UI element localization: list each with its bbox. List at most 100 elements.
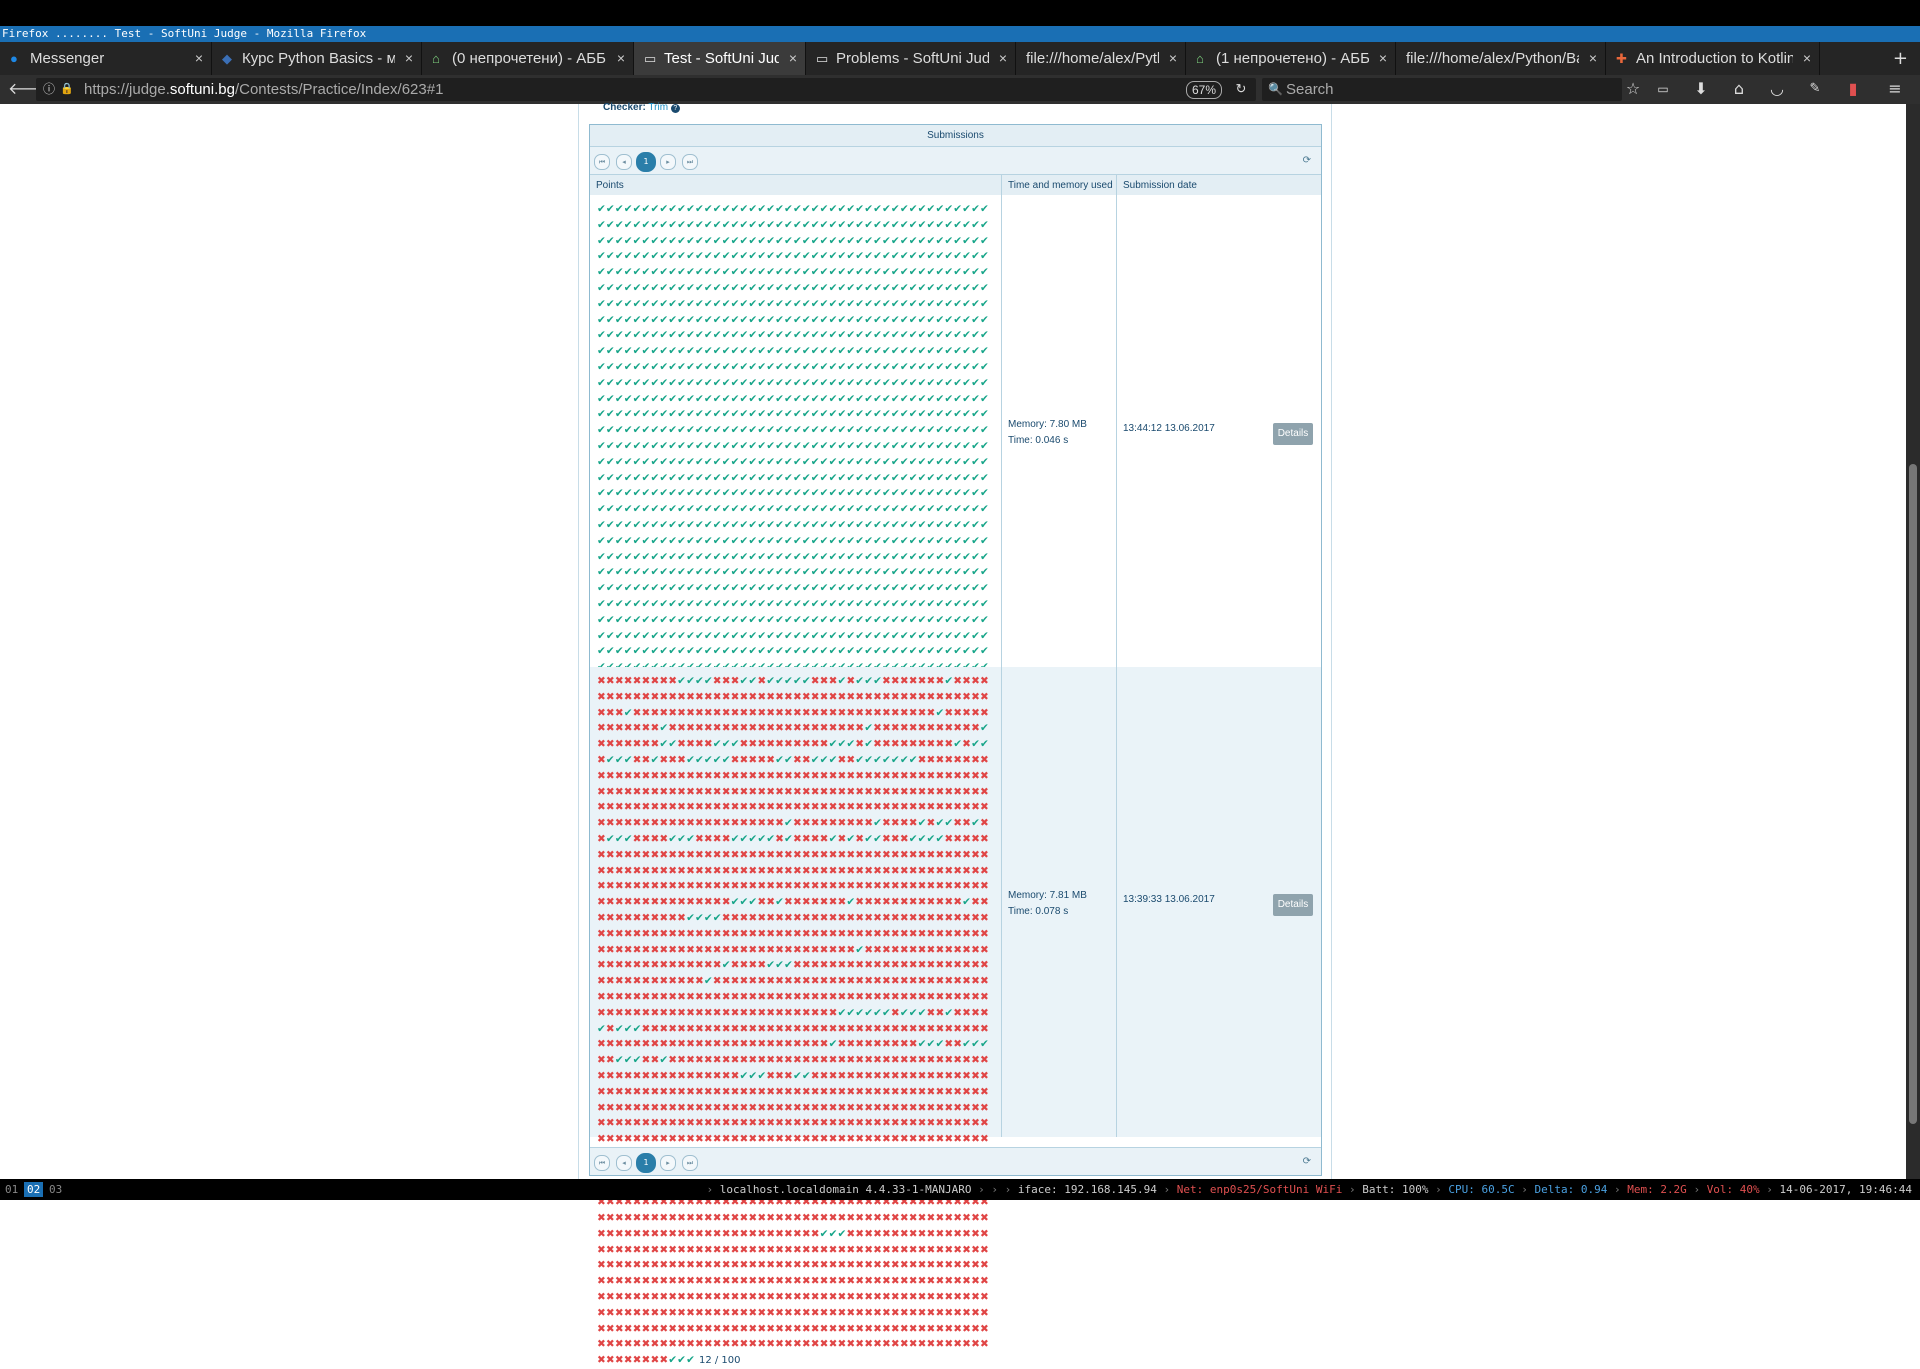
test-pass-icon: ✔	[694, 455, 704, 468]
test-pass-icon: ✔	[882, 329, 891, 342]
refresh-icon[interactable]: ⟳	[1303, 155, 1311, 166]
next-page-button[interactable]: ▸	[660, 154, 676, 170]
details-button[interactable]: Details	[1273, 423, 1313, 445]
zoom-badge[interactable]: 67%	[1185, 81, 1222, 99]
test-pass-icon: ✔	[694, 911, 704, 924]
test-fail-icon: ✖	[944, 927, 954, 940]
tab-1[interactable]: ● Messenger ×	[0, 42, 212, 75]
prev-page-button[interactable]: ◂	[616, 1155, 632, 1171]
extension-icon[interactable]: ▮	[1842, 78, 1864, 100]
close-tab-icon[interactable]: ×	[1589, 42, 1597, 75]
details-button[interactable]: Details	[1273, 894, 1313, 916]
test-fail-icon: ✖	[864, 1054, 874, 1067]
bookmark-star-icon[interactable]: ☆	[1622, 78, 1644, 100]
test-pass-icon: ✔	[712, 281, 722, 294]
test-pass-icon: ✔	[882, 645, 891, 658]
close-tab-icon[interactable]: ×	[999, 42, 1007, 75]
test-pass-icon: ✔	[605, 250, 615, 263]
test-pass-icon: ✔	[890, 503, 900, 516]
prev-page-button[interactable]: ◂	[616, 154, 632, 170]
test-fail-icon: ✖	[864, 848, 874, 861]
download-icon[interactable]: ⬇	[1690, 78, 1712, 100]
test-fail-icon: ✖	[712, 675, 722, 687]
close-tab-icon[interactable]: ×	[789, 42, 797, 75]
test-pass-icon: ✔	[935, 218, 945, 231]
refresh-icon[interactable]: ⟳	[1303, 1156, 1311, 1167]
tab-8[interactable]: file:///home/alex/Python/Ba ×	[1396, 42, 1606, 75]
tab-7[interactable]: ⌂ (1 непрочетено) - АББ ×	[1186, 42, 1396, 75]
test-fail-icon: ✖	[703, 927, 713, 940]
test-fail-icon: ✖	[944, 943, 954, 956]
close-tab-icon[interactable]: ×	[195, 42, 203, 75]
test-fail-icon: ✖	[890, 848, 900, 861]
test-pass-icon: ✔	[650, 234, 660, 247]
test-pass-icon: ✔	[712, 203, 722, 215]
test-fail-icon: ✖	[605, 1085, 615, 1098]
test-pass-icon: ✔	[819, 392, 829, 405]
test-pass-icon: ✔	[979, 376, 989, 389]
test-pass-icon: ✔	[677, 424, 687, 437]
first-page-button[interactable]: ⏮	[594, 154, 610, 170]
help-icon[interactable]: ?	[670, 104, 680, 113]
page-1-button[interactable]: 1	[636, 152, 656, 172]
close-tab-icon[interactable]: ×	[1169, 42, 1177, 75]
url-bar[interactable]: ⓘ 🔒 https://judge.softuni.bg/Contests/Pr…	[36, 78, 1256, 101]
test-fail-icon: ✖	[694, 1117, 704, 1130]
tab-5[interactable]: ▭Problems - SoftUni Judge×	[806, 42, 1016, 75]
new-tab-button[interactable]: +	[1893, 42, 1908, 75]
back-icon[interactable]: 🡐	[8, 78, 51, 100]
test-pass-icon: ✔	[605, 471, 615, 484]
test-fail-icon: ✖	[650, 990, 660, 1003]
page-1-button[interactable]: 1	[636, 1153, 656, 1173]
test-pass-icon: ✔	[766, 503, 776, 516]
close-tab-icon[interactable]: ×	[617, 42, 625, 75]
plus-icon: ✚	[1616, 51, 1627, 66]
pocket-icon[interactable]: ◡	[1766, 78, 1788, 100]
test-fail-icon: ✖	[792, 864, 802, 877]
workspace-3[interactable]: 03	[46, 1182, 65, 1197]
tab-2[interactable]: ◆Курс Python Basics - май×	[212, 42, 422, 75]
test-pass-icon: ✔	[614, 329, 624, 342]
test-pass-icon: ✔	[864, 722, 874, 735]
page-scrollbar[interactable]	[1906, 104, 1920, 1179]
reload-icon[interactable]: ↻	[1230, 78, 1252, 100]
tab-4[interactable]: ▭Test - SoftUni Judge×	[634, 42, 806, 75]
pen-icon[interactable]: ✎	[1804, 78, 1826, 100]
tab-9[interactable]: ✚ An Introduction to Kotlin ×	[1606, 42, 1820, 75]
menu-icon[interactable]: ≡	[1884, 78, 1906, 100]
test-pass-icon: ✔	[605, 266, 615, 279]
test-fail-icon: ✖	[908, 1054, 918, 1067]
test-fail-icon: ✖	[650, 690, 660, 703]
workspace-1[interactable]: 01	[2, 1182, 21, 1197]
search-bar[interactable]: 🔍 Search	[1262, 78, 1622, 101]
search-input[interactable]: Search	[1286, 78, 1334, 101]
last-page-button[interactable]: ⏭	[682, 1155, 698, 1171]
tab-6[interactable]: file:///home/alex/Python/Ba×	[1016, 42, 1186, 75]
workspace-2[interactable]: 02	[24, 1182, 44, 1197]
test-fail-icon: ✖	[944, 880, 954, 893]
home-icon[interactable]: ⌂	[1728, 78, 1750, 100]
test-fail-icon: ✖	[864, 1117, 874, 1130]
test-pass-icon: ✔	[703, 455, 713, 468]
scroll-thumb[interactable]	[1909, 464, 1917, 1124]
close-tab-icon[interactable]: ×	[405, 42, 413, 75]
close-tab-icon[interactable]: ×	[1379, 42, 1387, 75]
test-pass-icon: ✔	[597, 597, 606, 610]
test-fail-icon: ✖	[801, 1291, 811, 1304]
test-fail-icon: ✖	[748, 1275, 758, 1288]
test-pass-icon: ✔	[766, 266, 776, 279]
test-pass-icon: ✔	[801, 471, 811, 484]
close-tab-icon[interactable]: ×	[1803, 42, 1811, 75]
reading-icon[interactable]: ▭	[1652, 78, 1674, 100]
test-pass-icon: ✔	[846, 582, 856, 595]
next-page-button[interactable]: ▸	[660, 1155, 676, 1171]
test-fail-icon: ✖	[757, 1022, 767, 1035]
test-pass-icon: ✔	[819, 266, 829, 279]
last-page-button[interactable]: ⏭	[682, 154, 698, 170]
test-fail-icon: ✖	[792, 1212, 802, 1225]
tab-3[interactable]: ⌂ (0 непрочетени) - АББ ×	[422, 42, 634, 75]
test-pass-icon: ✔	[882, 281, 891, 294]
first-page-button[interactable]: ⏮	[594, 1155, 610, 1171]
test-fail-icon: ✖	[686, 1006, 695, 1019]
test-pass-icon: ✔	[917, 424, 927, 437]
